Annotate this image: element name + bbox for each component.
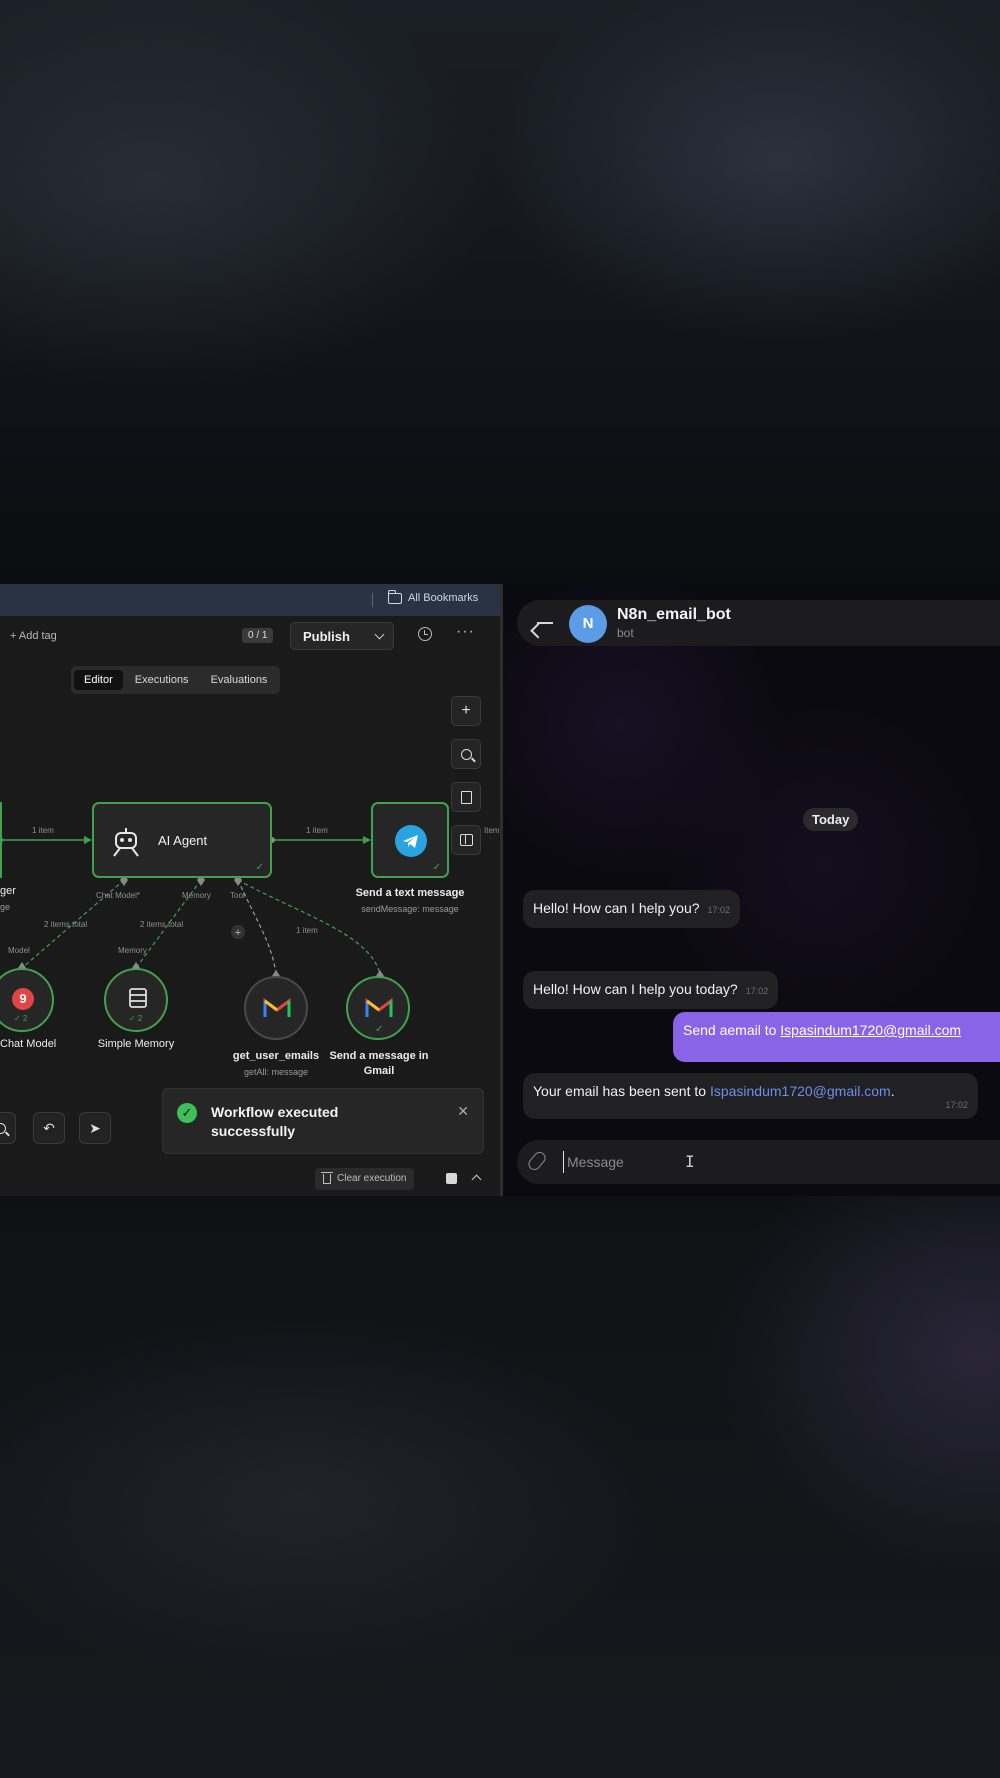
trigger-node-subtitle: ge: [0, 902, 11, 912]
success-check-icon: ✓: [255, 862, 264, 873]
trash-icon: [321, 1172, 333, 1184]
toast-message: Workflow executed successfully: [211, 1104, 339, 1139]
message-text: Your email has been sent to: [533, 1083, 710, 1099]
close-icon[interactable]: ✕: [457, 1103, 469, 1120]
trigger-node-label: ger: [0, 885, 16, 897]
get-user-emails-label: get_user_emails: [232, 1050, 320, 1062]
get-user-emails-subtitle: getAll: message: [243, 1067, 309, 1077]
agent-item-count: 1 item: [306, 826, 328, 835]
zoom-icon: [0, 1122, 6, 1134]
memory-tag-label: Memory: [118, 946, 147, 955]
database-icon: [129, 988, 147, 1008]
canvas-footer: Clear execution: [0, 1166, 500, 1196]
telegram-node-subtitle: sendMessage: message: [361, 904, 459, 914]
logs-icon[interactable]: [446, 1173, 457, 1184]
chat-subtitle: bot: [617, 626, 634, 640]
n8n-editor-panel: All Bookmarks + Add tag 0 / 1 Publish ··…: [0, 584, 500, 1196]
message-text: Send aemail to: [683, 1022, 781, 1038]
undo-button[interactable]: ↶: [33, 1112, 65, 1144]
robot-icon: [113, 828, 139, 857]
arrowhead: [84, 836, 92, 844]
message-time: 17:02: [707, 905, 731, 915]
text-cursor-icon: I: [685, 1152, 695, 1171]
send-gmail-label: Send a message in: [329, 1050, 429, 1062]
select-mode-button[interactable]: ➤: [79, 1112, 111, 1144]
chevron-up-icon[interactable]: [471, 1174, 482, 1185]
chat-model-port-label: Chat Model*: [96, 891, 141, 900]
email-link[interactable]: Ispasindum1720@gmail.com: [710, 1083, 891, 1099]
edge-item-label: Item: [484, 826, 500, 835]
simple-memory-node[interactable]: ✓ 2: [104, 968, 168, 1032]
ai-agent-label: AI Agent: [158, 833, 208, 848]
attach-icon[interactable]: [525, 1149, 549, 1173]
simple-memory-label: Simple Memory: [97, 1038, 175, 1050]
send-gmail-label-line2: Gmail: [363, 1065, 395, 1077]
telegram-chat-panel: N N8n_email_bot bot Today Hello! How can…: [503, 584, 1000, 1196]
zoom-out-button[interactable]: [0, 1112, 16, 1144]
message-bubble-outgoing[interactable]: Send aemail to Ispasindum1720@gmail.com: [673, 1012, 1000, 1062]
email-link[interactable]: Ispasindum1720@gmail.com: [780, 1022, 961, 1038]
message-bubble[interactable]: Your email has been sent to Ispasindum17…: [523, 1073, 978, 1119]
message-time: 17:02: [945, 1100, 968, 1110]
trigger-node[interactable]: [0, 802, 2, 878]
cursor-icon: ➤: [89, 1119, 101, 1136]
date-separator: Today: [803, 808, 859, 831]
get-user-emails-node[interactable]: [244, 976, 308, 1040]
chat-model-icon: 9: [12, 988, 34, 1010]
memory-count: ✓ 2: [129, 1014, 143, 1023]
telegram-node-label: Send a text message: [355, 887, 465, 899]
success-check-icon: ✓: [432, 862, 441, 873]
telegram-icon: [395, 825, 427, 857]
svg-text:+: +: [235, 927, 241, 939]
chat-title[interactable]: N8n_email_bot: [617, 606, 731, 624]
avatar[interactable]: N: [569, 605, 607, 643]
message-bubble[interactable]: Hello! How can I help you today? 17:02: [523, 971, 779, 1009]
memory-items-label: 2 items total: [140, 920, 184, 929]
memory-port-label: Memory: [182, 891, 211, 900]
success-toast: ✓ Workflow executed successfully ✕: [162, 1088, 484, 1154]
clear-execution-label: Clear execution: [337, 1173, 407, 1184]
message-suffix: .: [890, 1083, 895, 1099]
chat-model-label: Chat Model: [0, 1038, 57, 1050]
message-text: Hello! How can I help you?: [533, 900, 700, 916]
clear-execution-button[interactable]: Clear execution: [315, 1168, 415, 1190]
telegram-send-node[interactable]: ✓: [371, 802, 449, 878]
gmail-icon: [365, 998, 393, 1017]
tool-items-label: 1 item: [296, 926, 318, 935]
message-composer: I: [517, 1140, 1000, 1184]
back-arrow-icon[interactable]: [537, 622, 553, 624]
message-input[interactable]: [563, 1151, 863, 1173]
undo-icon: ↶: [43, 1119, 55, 1136]
model-items-label: 2 items total: [44, 920, 88, 929]
message-bubble[interactable]: Hello! How can I help you? 17:02: [523, 890, 741, 928]
success-check-icon: ✓: [375, 1024, 384, 1035]
tool-port-label: Tool: [230, 891, 245, 900]
trigger-item-count: 1 item: [32, 826, 54, 835]
chat-header: N N8n_email_bot bot: [517, 600, 1000, 646]
check-circle-icon: ✓: [177, 1103, 197, 1123]
message-text: Hello! How can I help you today?: [533, 981, 738, 997]
model-tag-label: Model: [8, 946, 30, 955]
message-time: 17:02: [745, 986, 769, 996]
arrowhead: [363, 836, 371, 844]
gmail-icon: [263, 998, 291, 1017]
ai-agent-node[interactable]: AI Agent ✓: [92, 802, 272, 878]
chat-model-count: ✓ 2: [14, 1014, 28, 1023]
send-gmail-node[interactable]: ✓: [346, 976, 410, 1040]
